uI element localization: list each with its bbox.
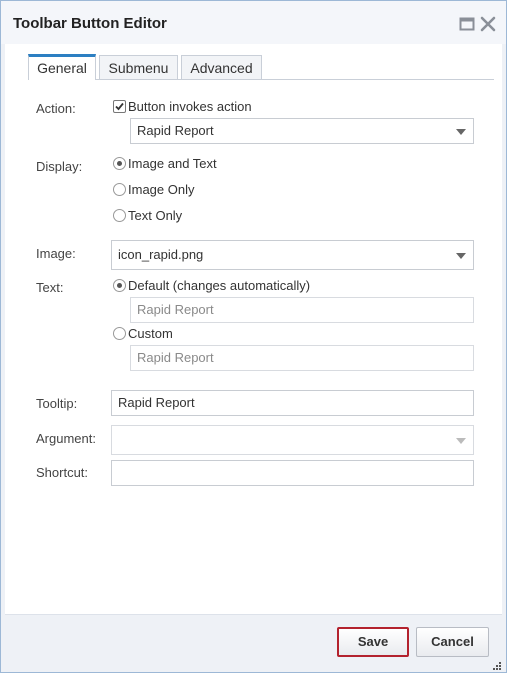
shortcut-input[interactable] [111, 460, 474, 486]
radio-button[interactable] [113, 209, 126, 222]
shortcut-label: Shortcut: [36, 465, 89, 480]
default-text-field: Rapid Report [130, 297, 474, 323]
footer-divider [5, 614, 502, 615]
resize-grip-icon[interactable] [492, 659, 502, 670]
chevron-down-icon [456, 253, 466, 259]
text-label: Text: [36, 280, 64, 295]
title-bar[interactable]: Toolbar Button Editor [1, 1, 506, 44]
radio-button[interactable] [113, 327, 126, 340]
custom-text-value: Rapid Report [137, 350, 214, 365]
dialog-title: Toolbar Button Editor [13, 15, 167, 32]
radio-button[interactable] [113, 183, 126, 196]
action-select-value: Rapid Report [137, 123, 214, 138]
save-button[interactable]: Save [337, 627, 409, 657]
tooltip-value: Rapid Report [118, 395, 195, 410]
text-custom-label: Custom [128, 326, 173, 341]
maximize-icon[interactable] [459, 16, 475, 32]
image-select[interactable]: icon_rapid.png [111, 240, 474, 270]
text-default-label: Default (changes automatically) [128, 278, 311, 293]
close-icon[interactable] [480, 16, 496, 32]
toolbar-button-editor-dialog: Toolbar Button Editor General Submenu Ad… [0, 0, 507, 673]
checkmark-icon [115, 102, 124, 111]
invokes-action-label: Button invokes action [128, 99, 252, 114]
chevron-down-icon [456, 129, 466, 135]
display-option-label: Image and Text [128, 156, 217, 171]
image-label: Image: [36, 246, 76, 261]
image-select-value: icon_rapid.png [118, 247, 204, 262]
dialog-body: General Submenu Advanced Action: Button … [5, 44, 502, 614]
tab-general[interactable]: General [28, 54, 96, 80]
tooltip-input[interactable]: Rapid Report [111, 390, 474, 416]
display-option-label: Text Only [128, 208, 183, 223]
tooltip-label: Tooltip: [36, 396, 78, 411]
radio-button[interactable] [113, 279, 126, 292]
action-label: Action: [36, 101, 76, 116]
checkbox-box[interactable] [113, 100, 126, 113]
radio-button[interactable] [113, 157, 126, 170]
display-label: Display: [36, 159, 83, 174]
chevron-down-icon [456, 438, 466, 444]
display-option-label: Image Only [128, 182, 195, 197]
tab-submenu[interactable]: Submenu [99, 55, 178, 79]
action-select[interactable]: Rapid Report [130, 118, 474, 144]
argument-label: Argument: [36, 431, 96, 446]
tab-strip-underline [28, 79, 494, 80]
argument-select[interactable] [111, 425, 474, 455]
tab-advanced[interactable]: Advanced [181, 55, 262, 79]
default-text-value: Rapid Report [137, 302, 214, 317]
custom-text-field[interactable]: Rapid Report [130, 345, 474, 371]
cancel-button[interactable]: Cancel [416, 627, 489, 657]
